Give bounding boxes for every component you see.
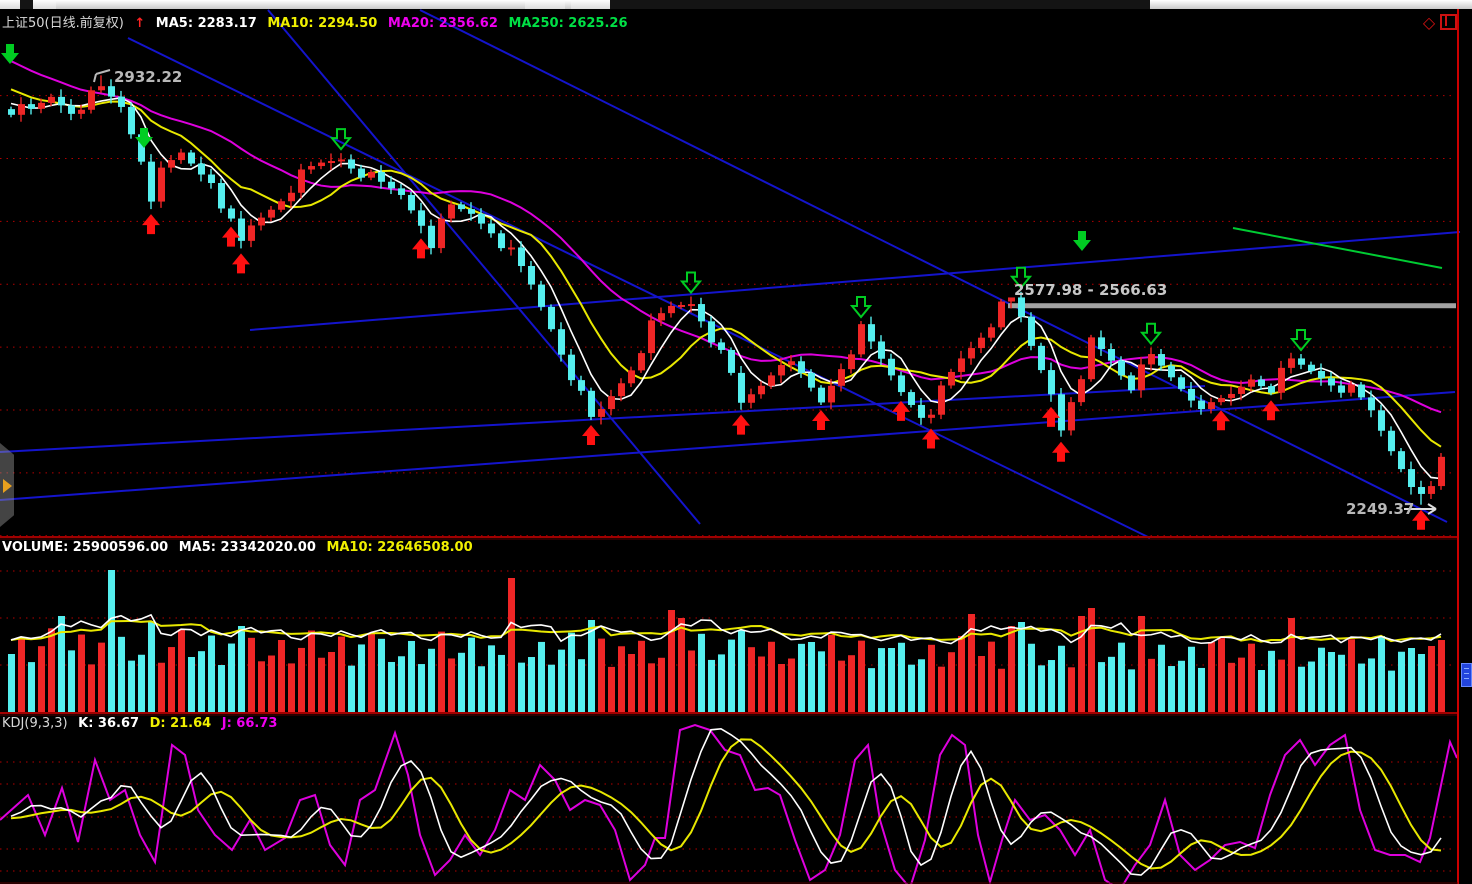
expand-right-icon xyxy=(3,479,12,493)
sidebar-collapse-handle[interactable] xyxy=(0,443,14,527)
ma20-value: MA20: 2356.62 xyxy=(388,16,498,31)
kdj-d-value: D: 21.64 xyxy=(150,716,212,731)
kdj-j-value: J: 66.73 xyxy=(222,716,278,731)
ma5-value: MA5: 2283.17 xyxy=(156,16,257,31)
volume-ma5-value: MA5: 23342020.00 xyxy=(179,540,316,555)
trading-app-window: 上证50(日线.前复权) ↑ MA5: 2283.17 MA10: 2294.5… xyxy=(0,0,1472,884)
up-arrow-icon: ↑ xyxy=(134,16,145,31)
volume-value: VOLUME: 25900596.00 xyxy=(2,540,168,555)
peak-price-label: 2932.22 xyxy=(114,68,182,86)
symbol-title: 上证50(日线.前复权) xyxy=(2,16,124,31)
kdj-k-value: K: 36.67 xyxy=(78,716,139,731)
volume-ma10-value: MA10: 22646508.00 xyxy=(326,540,472,555)
ma10-value: MA10: 2294.50 xyxy=(267,16,377,31)
kdj-name: KDJ(9,3,3) xyxy=(2,716,68,731)
ma250-value: MA250: 2625.26 xyxy=(508,16,627,31)
diamond-icon[interactable]: ◇ xyxy=(1420,14,1438,32)
volume-pane-header: VOLUME: 25900596.00 MA5: 23342020.00 MA1… xyxy=(2,540,479,555)
scrollbar-thumb[interactable] xyxy=(1461,663,1472,687)
restore-window-icon[interactable] xyxy=(1440,14,1457,30)
chart-canvas[interactable] xyxy=(0,0,1472,884)
price-pane-header: 上证50(日线.前复权) ↑ MA5: 2283.17 MA10: 2294.5… xyxy=(2,12,634,31)
kdj-pane-header: KDJ(9,3,3) K: 36.67 D: 21.64 J: 66.73 xyxy=(2,716,283,731)
low-price-label: 2249.37 xyxy=(1346,500,1414,518)
gap-range-label: 2577.98 - 2566.63 xyxy=(1014,281,1167,299)
